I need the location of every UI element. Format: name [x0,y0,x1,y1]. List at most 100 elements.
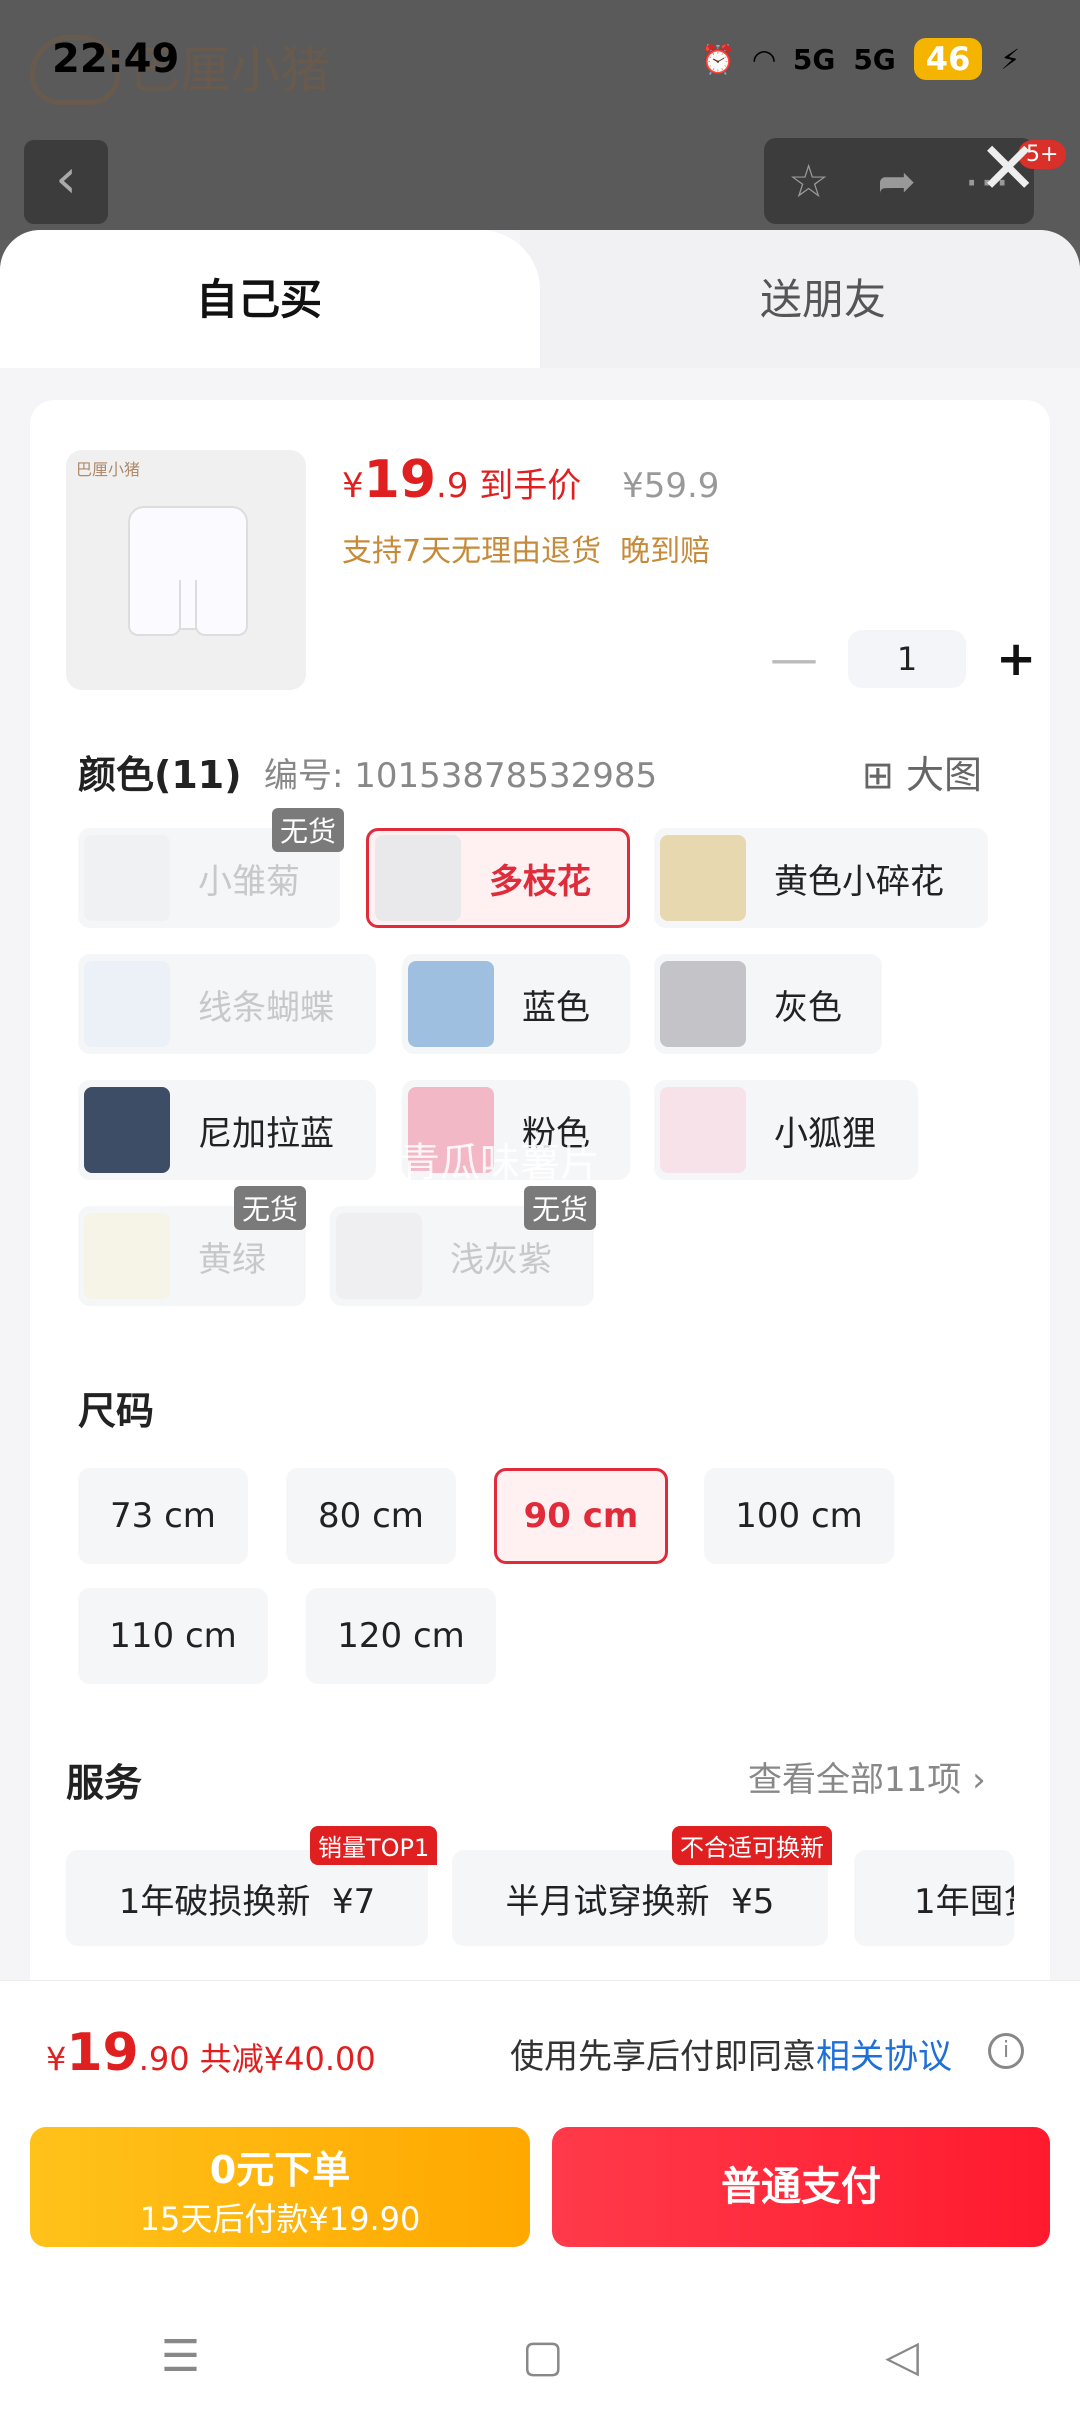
thumb-logo: 巴厘小猪 [76,460,141,479]
color-option-label: 小狐狸 [774,1113,876,1154]
price-integer: 19 [363,450,437,510]
size-option-100[interactable]: 100 cm [704,1468,894,1564]
color-option-6[interactable]: 尼加拉蓝 [78,1080,376,1180]
minus-icon[interactable]: — [770,631,818,687]
tab-gift-label: 送朋友 [760,275,887,324]
info-icon[interactable]: i [988,2033,1024,2069]
color-option-label: 灰色 [774,987,842,1028]
color-option-3[interactable]: 线条蝴蝶 [78,954,376,1054]
service-option-label: 1年囤货 [914,1881,1014,1922]
quantity-stepper: — 1 + [770,630,1036,688]
swatch-image [375,835,461,921]
back-triangle-icon[interactable]: ◁ [885,2331,919,2382]
size-option-73[interactable]: 73 cm [78,1468,248,1564]
service-option-label: 半月试穿换新 ¥5 [505,1881,775,1922]
product-code: 编号: 10153878532985 [264,756,658,796]
checkout-bar: ¥19.90 共减¥40.00 使用先享后付即同意相关协议 i 0元下单 15天… [0,1980,1080,2413]
color-option-label: 浅灰紫 [450,1239,552,1280]
swatch-image [84,1087,170,1173]
discount-amount: 共减¥40.00 [199,2040,376,2078]
plus-icon[interactable]: + [996,631,1036,687]
color-option-1[interactable]: 多枝花 [366,828,630,928]
color-option-4[interactable]: 蓝色 [402,954,630,1054]
quantity-value[interactable]: 1 [848,630,966,688]
out-of-stock-badge: 无货 [234,1186,307,1230]
swatch-image [84,835,170,921]
tab-gift[interactable]: 送朋友 [520,230,1080,368]
agreement-prefix: 使用先享后付即同意 [510,2037,816,2077]
price-row: ¥19.9 到手价 ¥59.9 [342,450,719,510]
status-bar: 22:49 ⏰ ◠ 5G 5G 46 ⚡ [0,0,1080,110]
status-icons: ⏰ ◠ 5G 5G 46 ⚡ [700,38,1020,80]
service-title: 服务 [66,1761,143,1805]
big-image-toggle[interactable]: ⊞ 大图 [862,744,982,799]
swatch-image [660,961,746,1047]
color-option-2[interactable]: 黄色小碎花 [654,828,988,928]
share-icon[interactable]: ➦ [877,154,916,208]
back-button[interactable]: ‹ [24,140,108,224]
tab-self[interactable]: 自己买 [0,230,540,368]
battery-icon: 46 [913,38,983,80]
swatch-image [408,961,494,1047]
original-price: ¥59.9 [622,466,720,506]
swatch-image [660,835,746,921]
total-decimal: .90 [138,2040,190,2078]
size-option-120[interactable]: 120 cm [306,1588,496,1684]
grid-icon: ⊞ [862,753,894,797]
home-icon[interactable]: ▢ [522,2331,564,2382]
color-option-label: 黄绿 [198,1239,266,1280]
agreement-link[interactable]: 相关协议 [816,2037,952,2077]
out-of-stock-badge: 无货 [524,1186,597,1230]
service-tag: 不合适可换新 [672,1826,832,1865]
watermark-text: 青瓜味薯片 [400,1140,600,1186]
color-option-label: 多枝花 [489,861,591,902]
product-thumbnail[interactable]: 巴厘小猪 [66,450,306,690]
out-of-stock-badge: 无货 [272,808,345,852]
service-view-all[interactable]: 查看全部11项 › [748,1752,986,1801]
swatch-image [336,1213,422,1299]
size-option-90[interactable]: 90 cm [494,1468,668,1564]
star-icon[interactable]: ☆ [788,154,829,208]
agreement-text: 使用先享后付即同意相关协议 [510,2029,952,2078]
color-option-label: 尼加拉蓝 [198,1113,334,1154]
size-option-110[interactable]: 110 cm [78,1588,268,1684]
price-decimal: .9 [436,466,469,506]
system-nav-bar: ☰ ▢ ◁ [0,2301,1080,2411]
status-time: 22:49 [52,36,180,82]
color-option-label: 蓝色 [522,987,590,1028]
color-title: 颜色(11) [78,753,242,797]
signal-1-icon: 5G [792,42,836,76]
size-option-80[interactable]: 80 cm [286,1468,456,1564]
zero-order-button[interactable]: 0元下单 15天后付款¥19.90 [30,2127,530,2247]
zero-order-label: 0元下单 [209,2148,351,2192]
service-view-all-label: 查看全部11项 [748,1760,962,1800]
pants-image [128,506,248,636]
menu-icon[interactable]: ☰ [161,2331,200,2382]
total-currency: ¥ [46,2040,67,2078]
service-tag: 销量TOP1 [310,1826,438,1865]
normal-pay-button[interactable]: 普通支付 [552,2127,1050,2247]
price-label: 到手价 [479,466,582,506]
swatch-image [660,1087,746,1173]
big-image-label: 大图 [905,753,982,797]
charging-icon: ⚡ [1000,42,1020,76]
chevron-left-icon: ‹ [55,147,77,210]
tab-self-label: 自己买 [196,275,323,324]
color-option-label: 黄色小碎花 [774,861,944,902]
swatch-image [84,961,170,1047]
zero-order-sublabel: 15天后付款¥19.90 [139,2200,421,2238]
color-option-8[interactable]: 小狐狸 [654,1080,918,1180]
color-option-label: 线条蝴蝶 [198,987,334,1028]
close-icon[interactable]: ✕ [978,132,1038,204]
service-option-label: 1年破损换新 ¥7 [118,1881,376,1922]
price-currency: ¥ [342,466,364,506]
total-integer: 19 [66,2023,139,2083]
total-price: ¥19.90 共减¥40.00 [46,2023,376,2083]
size-title: 尺码 [78,1389,155,1433]
color-option-label: 小雏菊 [198,861,300,902]
signal-2-icon: 5G [853,42,896,76]
service-option-2[interactable]: 1年囤货 [854,1850,1014,1946]
color-option-5[interactable]: 灰色 [654,954,882,1054]
alarm-icon: ⏰ [700,42,736,76]
service-promise: 支持7天无理由退货 晚到赔 [342,534,711,569]
